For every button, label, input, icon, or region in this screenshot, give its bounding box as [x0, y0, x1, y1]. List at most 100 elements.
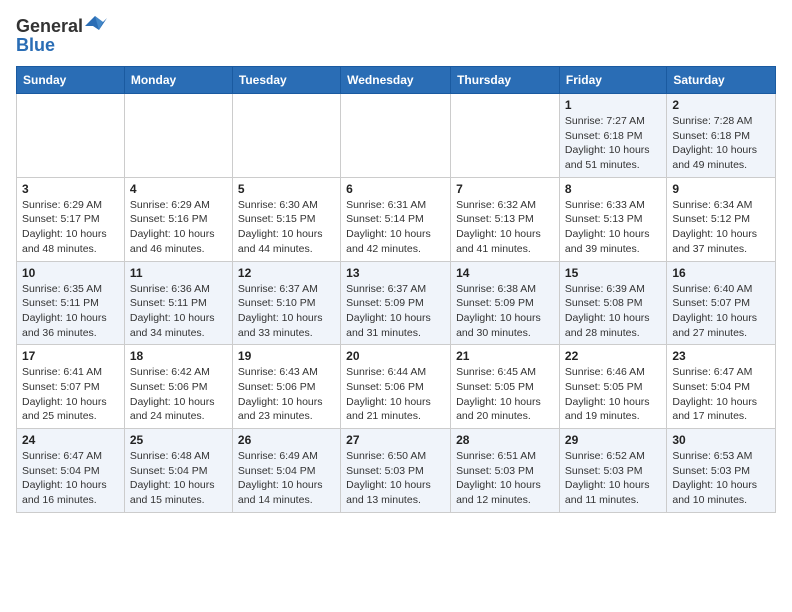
day-number: 15	[565, 266, 661, 280]
day-info: Sunrise: 6:41 AM Sunset: 5:07 PM Dayligh…	[22, 365, 119, 424]
day-info: Sunrise: 6:50 AM Sunset: 5:03 PM Dayligh…	[346, 449, 445, 508]
calendar-cell: 27 Sunrise: 6:50 AM Sunset: 5:03 PM Dayli…	[341, 429, 451, 513]
logo-bird-icon	[85, 16, 107, 34]
day-number: 23	[672, 349, 770, 363]
day-of-week-header: Wednesday	[341, 67, 451, 94]
day-number: 20	[346, 349, 445, 363]
calendar-cell: 20 Sunrise: 6:44 AM Sunset: 5:06 PM Dayli…	[341, 345, 451, 429]
day-info: Sunrise: 6:42 AM Sunset: 5:06 PM Dayligh…	[130, 365, 227, 424]
calendar-cell: 19Sunrise: 6:43 AM Sunset: 5:06 PM Dayli…	[232, 345, 340, 429]
day-number: 27	[346, 433, 445, 447]
calendar-cell	[124, 94, 232, 178]
day-info: Sunrise: 6:48 AM Sunset: 5:04 PM Dayligh…	[130, 449, 227, 508]
calendar-week-row: 1Sunrise: 7:27 AM Sunset: 6:18 PM Daylig…	[17, 94, 776, 178]
day-info: Sunrise: 6:47 AM Sunset: 5:04 PM Dayligh…	[22, 449, 119, 508]
calendar-header: SundayMondayTuesdayWednesdayThursdayFrid…	[17, 67, 776, 94]
day-number: 8	[565, 182, 661, 196]
calendar-cell	[232, 94, 340, 178]
days-of-week-row: SundayMondayTuesdayWednesdayThursdayFrid…	[17, 67, 776, 94]
day-number: 7	[456, 182, 554, 196]
calendar-cell: 10Sunrise: 6:35 AM Sunset: 5:11 PM Dayli…	[17, 261, 125, 345]
calendar-cell: 14 Sunrise: 6:38 AM Sunset: 5:09 PM Dayli…	[451, 261, 560, 345]
day-info: Sunrise: 6:39 AM Sunset: 5:08 PM Dayligh…	[565, 282, 661, 341]
day-number: 26	[238, 433, 335, 447]
calendar-cell	[451, 94, 560, 178]
day-number: 21	[456, 349, 554, 363]
day-of-week-header: Tuesday	[232, 67, 340, 94]
day-info: Sunrise: 6:34 AM Sunset: 5:12 PM Dayligh…	[672, 198, 770, 257]
day-number: 14	[456, 266, 554, 280]
calendar-table: SundayMondayTuesdayWednesdayThursdayFrid…	[16, 66, 776, 513]
day-number: 2	[672, 98, 770, 112]
day-of-week-header: Thursday	[451, 67, 560, 94]
calendar-cell: 8 Sunrise: 6:33 AM Sunset: 5:13 PM Daylig…	[559, 177, 666, 261]
day-of-week-header: Saturday	[667, 67, 776, 94]
calendar-cell	[17, 94, 125, 178]
day-number: 22	[565, 349, 661, 363]
day-info: Sunrise: 6:44 AM Sunset: 5:06 PM Dayligh…	[346, 365, 445, 424]
day-number: 17	[22, 349, 119, 363]
calendar-cell: 5Sunrise: 6:30 AM Sunset: 5:15 PM Daylig…	[232, 177, 340, 261]
day-number: 24	[22, 433, 119, 447]
day-number: 6	[346, 182, 445, 196]
calendar-cell: 18 Sunrise: 6:42 AM Sunset: 5:06 PM Dayli…	[124, 345, 232, 429]
calendar-cell: 21 Sunrise: 6:45 AM Sunset: 5:05 PM Dayli…	[451, 345, 560, 429]
calendar-cell: 2 Sunrise: 7:28 AM Sunset: 6:18 PM Daylig…	[667, 94, 776, 178]
day-info: Sunrise: 6:43 AM Sunset: 5:06 PM Dayligh…	[238, 365, 335, 424]
day-info: Sunrise: 6:52 AM Sunset: 5:03 PM Dayligh…	[565, 449, 661, 508]
calendar-cell: 12Sunrise: 6:37 AM Sunset: 5:10 PM Dayli…	[232, 261, 340, 345]
day-info: Sunrise: 6:29 AM Sunset: 5:17 PM Dayligh…	[22, 198, 119, 257]
calendar-cell: 16 Sunrise: 6:40 AM Sunset: 5:07 PM Dayli…	[667, 261, 776, 345]
logo-general-text: General	[16, 16, 83, 37]
day-info: Sunrise: 7:28 AM Sunset: 6:18 PM Dayligh…	[672, 114, 770, 173]
day-of-week-header: Sunday	[17, 67, 125, 94]
day-number: 16	[672, 266, 770, 280]
day-number: 9	[672, 182, 770, 196]
day-info: Sunrise: 6:40 AM Sunset: 5:07 PM Dayligh…	[672, 282, 770, 341]
day-number: 11	[130, 266, 227, 280]
day-info: Sunrise: 6:38 AM Sunset: 5:09 PM Dayligh…	[456, 282, 554, 341]
day-number: 29	[565, 433, 661, 447]
calendar-cell: 4 Sunrise: 6:29 AM Sunset: 5:16 PM Daylig…	[124, 177, 232, 261]
day-number: 5	[238, 182, 335, 196]
day-of-week-header: Monday	[124, 67, 232, 94]
day-info: Sunrise: 6:31 AM Sunset: 5:14 PM Dayligh…	[346, 198, 445, 257]
day-info: Sunrise: 6:46 AM Sunset: 5:05 PM Dayligh…	[565, 365, 661, 424]
day-info: Sunrise: 6:33 AM Sunset: 5:13 PM Dayligh…	[565, 198, 661, 257]
calendar-week-row: 10Sunrise: 6:35 AM Sunset: 5:11 PM Dayli…	[17, 261, 776, 345]
logo-blue-text: Blue	[16, 35, 55, 56]
calendar-cell: 15 Sunrise: 6:39 AM Sunset: 5:08 PM Dayli…	[559, 261, 666, 345]
day-info: Sunrise: 7:27 AM Sunset: 6:18 PM Dayligh…	[565, 114, 661, 173]
calendar-cell: 7Sunrise: 6:32 AM Sunset: 5:13 PM Daylig…	[451, 177, 560, 261]
calendar-cell: 6 Sunrise: 6:31 AM Sunset: 5:14 PM Daylig…	[341, 177, 451, 261]
day-info: Sunrise: 6:37 AM Sunset: 5:09 PM Dayligh…	[346, 282, 445, 341]
calendar-cell: 25 Sunrise: 6:48 AM Sunset: 5:04 PM Dayli…	[124, 429, 232, 513]
day-info: Sunrise: 6:47 AM Sunset: 5:04 PM Dayligh…	[672, 365, 770, 424]
day-info: Sunrise: 6:29 AM Sunset: 5:16 PM Dayligh…	[130, 198, 227, 257]
day-info: Sunrise: 6:51 AM Sunset: 5:03 PM Dayligh…	[456, 449, 554, 508]
day-number: 4	[130, 182, 227, 196]
day-number: 25	[130, 433, 227, 447]
calendar-week-row: 24 Sunrise: 6:47 AM Sunset: 5:04 PM Dayli…	[17, 429, 776, 513]
day-info: Sunrise: 6:45 AM Sunset: 5:05 PM Dayligh…	[456, 365, 554, 424]
logo: General Blue	[16, 16, 107, 56]
calendar-body: 1Sunrise: 7:27 AM Sunset: 6:18 PM Daylig…	[17, 94, 776, 513]
day-number: 3	[22, 182, 119, 196]
calendar-cell: 3 Sunrise: 6:29 AM Sunset: 5:17 PM Daylig…	[17, 177, 125, 261]
calendar-cell: 23 Sunrise: 6:47 AM Sunset: 5:04 PM Dayli…	[667, 345, 776, 429]
day-info: Sunrise: 6:49 AM Sunset: 5:04 PM Dayligh…	[238, 449, 335, 508]
day-number: 18	[130, 349, 227, 363]
calendar-cell: 22 Sunrise: 6:46 AM Sunset: 5:05 PM Dayli…	[559, 345, 666, 429]
calendar-cell: 17 Sunrise: 6:41 AM Sunset: 5:07 PM Dayli…	[17, 345, 125, 429]
day-number: 12	[238, 266, 335, 280]
calendar-cell	[341, 94, 451, 178]
calendar-cell: 30Sunrise: 6:53 AM Sunset: 5:03 PM Dayli…	[667, 429, 776, 513]
day-of-week-header: Friday	[559, 67, 666, 94]
calendar-cell: 26 Sunrise: 6:49 AM Sunset: 5:04 PM Dayli…	[232, 429, 340, 513]
calendar-week-row: 17 Sunrise: 6:41 AM Sunset: 5:07 PM Dayli…	[17, 345, 776, 429]
day-number: 28	[456, 433, 554, 447]
calendar-cell: 29 Sunrise: 6:52 AM Sunset: 5:03 PM Dayli…	[559, 429, 666, 513]
day-info: Sunrise: 6:35 AM Sunset: 5:11 PM Dayligh…	[22, 282, 119, 341]
day-number: 13	[346, 266, 445, 280]
day-info: Sunrise: 6:53 AM Sunset: 5:03 PM Dayligh…	[672, 449, 770, 508]
